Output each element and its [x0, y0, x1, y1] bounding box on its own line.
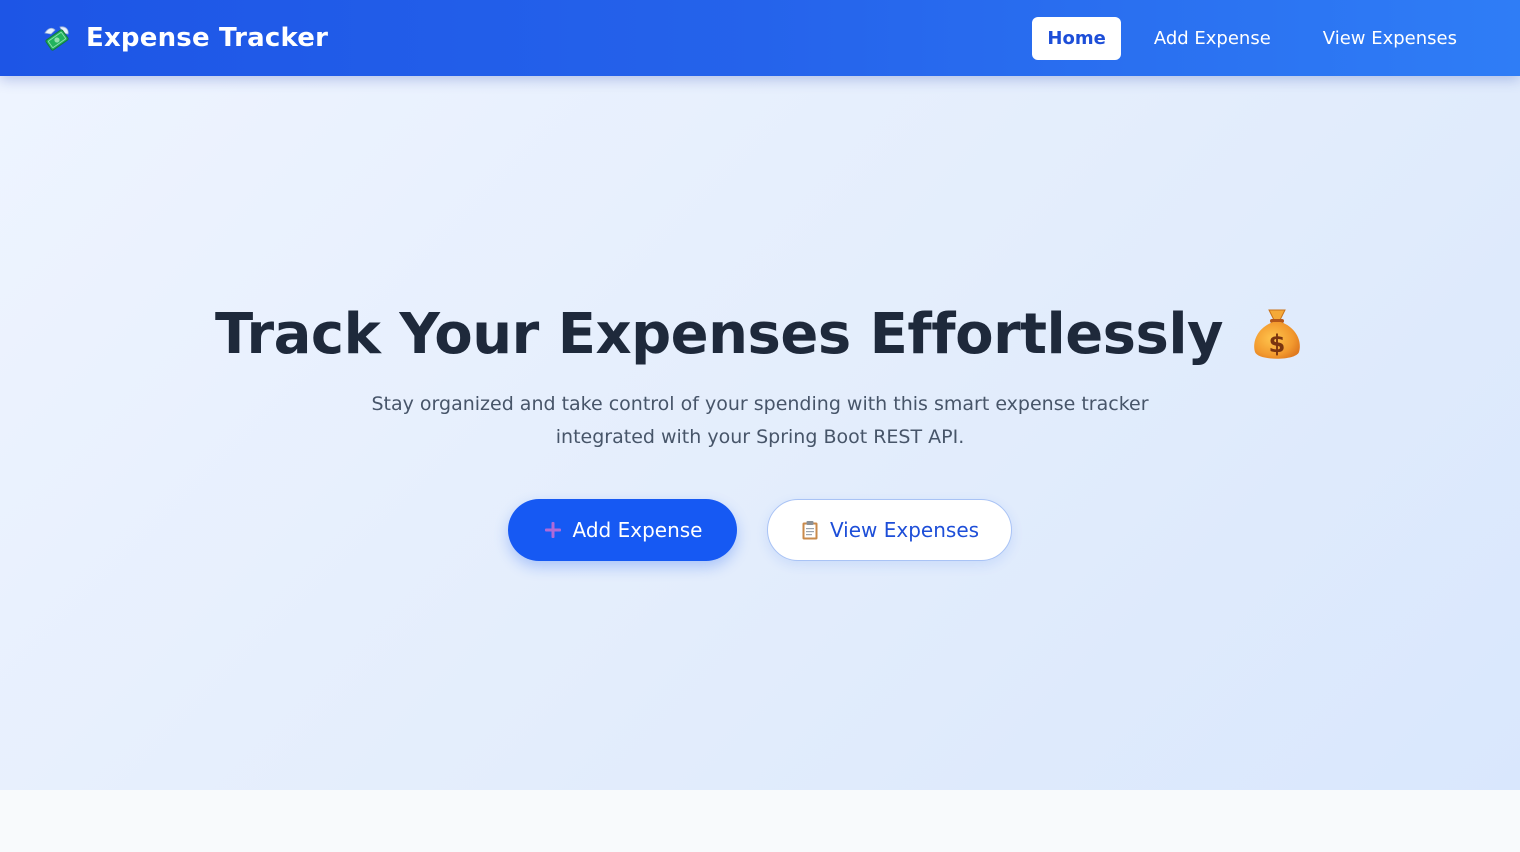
- view-expenses-button-label: View Expenses: [829, 518, 980, 542]
- money-with-wings-icon: [44, 26, 69, 51]
- brand[interactable]: Expense Tracker: [42, 23, 328, 53]
- nav-link-home[interactable]: Home: [1032, 16, 1121, 60]
- nav-links: Home Add Expense View Expenses: [1032, 16, 1476, 60]
- hero-subtitle: Stay organized and take control of your …: [360, 388, 1160, 454]
- hero-section: Track Your Expenses Effortlessly $ Stay …: [0, 76, 1520, 790]
- add-expense-button-label: Add Expense: [572, 518, 703, 542]
- nav-link-view-expenses[interactable]: View Expenses: [1304, 17, 1476, 60]
- hero-actions: Add Expense View Expenses: [0, 499, 1520, 561]
- view-expenses-button[interactable]: View Expenses: [767, 499, 1012, 561]
- page-bottom-area: [0, 790, 1520, 852]
- plus-icon: [544, 522, 561, 538]
- brand-title: Expense Tracker: [86, 23, 329, 53]
- hero-title-row: Track Your Expenses Effortlessly $: [0, 302, 1520, 367]
- nav-link-add-expense[interactable]: Add Expense: [1135, 17, 1290, 60]
- svg-text:$: $: [1269, 330, 1286, 358]
- top-navbar: Expense Tracker Home Add Expense View Ex…: [0, 0, 1520, 76]
- clipboard-icon: [802, 521, 818, 540]
- add-expense-button[interactable]: Add Expense: [508, 499, 737, 561]
- money-bag-icon: $: [1254, 309, 1300, 359]
- hero-subtitle-line-1: Stay organized and take control of your …: [371, 393, 1149, 415]
- hero-subtitle-line-2: integrated with your Spring Boot REST AP…: [555, 426, 965, 448]
- hero-title: Track Your Expenses Effortlessly: [214, 302, 1224, 367]
